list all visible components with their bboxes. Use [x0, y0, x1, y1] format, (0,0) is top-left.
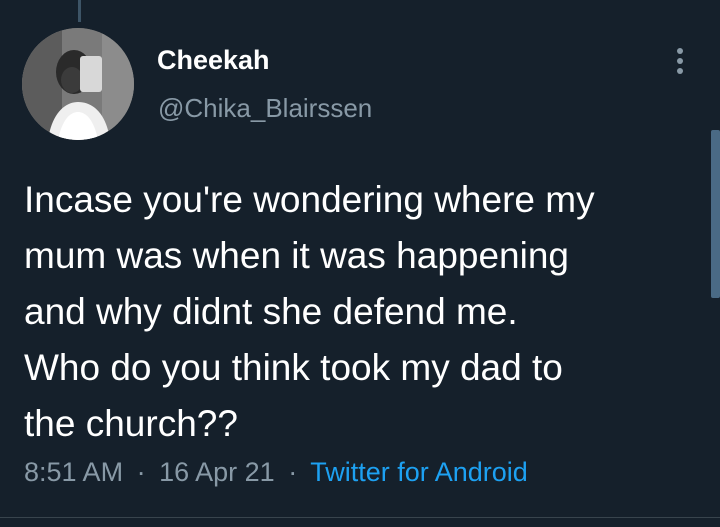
profile-photo-icon — [22, 28, 134, 140]
tweet-line: and why didnt she defend me. — [24, 291, 518, 332]
tweet-metadata: 8:51 AM · 16 Apr 21 · Twitter for Androi… — [24, 455, 528, 489]
dot — [677, 48, 683, 54]
separator: · — [136, 457, 146, 487]
tweet-time: 8:51 AM — [24, 457, 124, 487]
more-options-icon[interactable] — [668, 44, 692, 80]
tweet-source-link[interactable]: Twitter for Android — [310, 457, 528, 487]
separator: · — [288, 457, 298, 487]
tweet-date: 16 Apr 21 — [159, 457, 275, 487]
dot — [677, 58, 683, 64]
dot — [677, 68, 683, 74]
tweet-detail: Cheekah @Chika_Blairssen Incase you're w… — [0, 0, 720, 527]
thread-connector-line — [78, 0, 81, 22]
display-name[interactable]: Cheekah — [157, 44, 270, 76]
divider — [0, 517, 720, 518]
avatar[interactable] — [22, 28, 134, 140]
tweet-line: mum was when it was happening — [24, 235, 570, 276]
tweet-line: the church?? — [24, 403, 238, 444]
tweet-text: Incase you're wondering where my mum was… — [24, 172, 704, 452]
scrollbar[interactable] — [711, 130, 720, 298]
user-handle[interactable]: @Chika_Blairssen — [158, 93, 372, 123]
tweet-line: Incase you're wondering where my — [24, 179, 595, 220]
tweet-line: Who do you think took my dad to — [24, 347, 563, 388]
